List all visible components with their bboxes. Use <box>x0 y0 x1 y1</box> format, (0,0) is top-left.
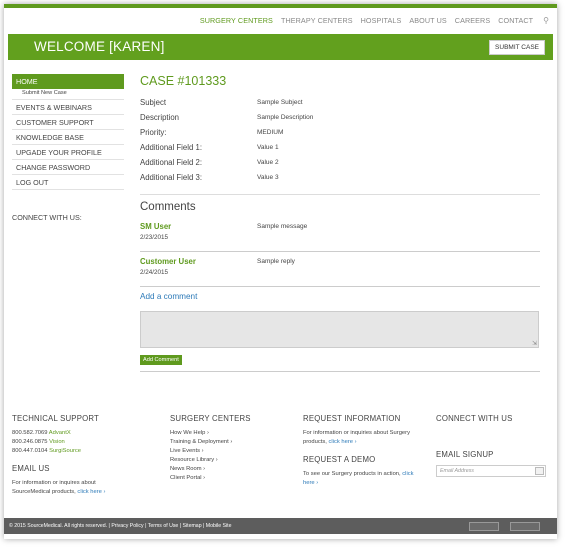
field-label: Priority: <box>140 128 167 137</box>
email-placeholder: Email Address <box>440 468 474 474</box>
comment-author: SM User <box>140 222 172 231</box>
request-info-text-block: For information or inquiries about Surge… <box>303 429 411 447</box>
nav-hospitals[interactable]: HOSPITALS <box>361 16 402 25</box>
comment-item: Customer User 2/24/2015 Sample reply <box>140 257 540 287</box>
field-row: Description Sample Description <box>140 110 540 125</box>
comment-author: Customer User <box>140 257 196 266</box>
welcome-banner: WELCOME [KAREN] SUBMIT CASE <box>8 34 553 60</box>
field-value: MEDIUM <box>257 129 284 136</box>
email-us-link[interactable]: click here › <box>77 489 105 495</box>
sidebar-item-knowledge-base[interactable]: KNOWLEDGE BASE <box>12 130 124 145</box>
footer-heading: CONNECT WITH US <box>436 414 513 423</box>
divider <box>140 194 540 195</box>
request-demo-text: To see our Surgery products in action, <box>303 471 401 477</box>
comment-item: SM User 2/23/2015 Sample message <box>140 222 540 252</box>
support-phone: 800.582.7069 <box>12 430 48 436</box>
support-line: 800.447.0104 SurgiSource <box>12 447 130 456</box>
comment-textarea[interactable]: ⇲ <box>140 311 539 348</box>
field-label: Additional Field 1: <box>140 143 202 152</box>
nav-contact[interactable]: CONTACT <box>498 16 533 25</box>
sidebar-item-upgrade-profile[interactable]: UPGADE YOUR PROFILE <box>12 145 124 160</box>
field-row: Additional Field 2: Value 2 <box>140 155 540 170</box>
field-label: Subject <box>140 98 167 107</box>
footer-link[interactable]: News Room › <box>170 465 251 474</box>
support-line: 800.246.0875 Vision <box>12 438 130 447</box>
field-row: Additional Field 1: Value 1 <box>140 140 540 155</box>
field-label: Additional Field 3: <box>140 173 202 182</box>
social-icon[interactable] <box>469 522 499 531</box>
page: SURGERY CENTERS THERAPY CENTERS HOSPITAL… <box>4 4 557 539</box>
sidebar-item-customer-support[interactable]: CUSTOMER SUPPORT <box>12 115 124 130</box>
footer-link-how-we-help[interactable]: How We Help › <box>170 429 251 438</box>
footer-heading: TECHNICAL SUPPORT <box>12 414 100 423</box>
footer-heading: EMAIL SIGNUP <box>436 450 494 459</box>
request-demo-text-block: To see our Surgery products in action, c… <box>303 470 421 488</box>
sidebar: HOME Submit New Case EVENTS & WEBINARS C… <box>12 74 124 190</box>
email-submit-icon[interactable] <box>535 467 544 475</box>
case-title: CASE #101333 <box>140 74 227 88</box>
field-value: Value 2 <box>257 159 279 166</box>
social-icon[interactable] <box>510 522 540 531</box>
field-row: Priority: MEDIUM <box>140 125 540 140</box>
sidebar-item-events[interactable]: EVENTS & WEBINARS <box>12 100 124 115</box>
comment-message: Sample message <box>257 223 308 230</box>
footer-heading: SURGERY CENTERS <box>170 414 251 423</box>
add-comment-button[interactable]: Add Comment <box>140 355 182 365</box>
footer-link[interactable]: Client Portal › <box>170 474 251 483</box>
field-row: Additional Field 3: Value 3 <box>140 170 540 185</box>
footer-heading: EMAIL US <box>12 464 50 473</box>
support-brand-link[interactable]: AdvantX <box>49 430 71 436</box>
footer-email-text: For information or inquires about Source… <box>12 479 130 497</box>
top-stripe <box>4 4 557 8</box>
sidebar-item-log-out[interactable]: LOG OUT <box>12 175 124 190</box>
footer-request: REQUEST INFORMATION For information or i… <box>303 414 421 488</box>
footer-heading: REQUEST A DEMO <box>303 455 376 464</box>
field-label: Description <box>140 113 179 122</box>
comment-date: 2/23/2015 <box>140 234 169 241</box>
comment-date: 2/24/2015 <box>140 269 169 276</box>
resize-grip-icon[interactable]: ⇲ <box>532 340 537 347</box>
comment-message: Sample reply <box>257 258 295 265</box>
footer-connect: CONNECT WITH US EMAIL SIGNUP Email Addre… <box>436 414 546 477</box>
sidebar-connect-label: CONNECT WITH US: <box>12 213 82 222</box>
footer-link[interactable]: Resource Library › <box>170 456 251 465</box>
field-value: Sample Subject <box>257 99 303 106</box>
footer-link[interactable]: Training & Deployment › <box>170 438 251 447</box>
nav-therapy-centers[interactable]: THERAPY CENTERS <box>281 16 353 25</box>
support-brand-link[interactable]: Vision <box>49 439 65 445</box>
add-comment-link[interactable]: Add a comment <box>140 292 540 301</box>
nav-careers[interactable]: CAREERS <box>455 16 490 25</box>
search-icon[interactable]: ⚲ <box>543 16 549 25</box>
sidebar-item-change-password[interactable]: CHANGE PASSWORD <box>12 160 124 175</box>
top-nav: SURGERY CENTERS THERAPY CENTERS HOSPITAL… <box>192 16 549 25</box>
field-value: Value 1 <box>257 144 279 151</box>
copyright-text: © 2015 SourceMedical. All rights reserve… <box>9 523 232 529</box>
divider <box>140 371 540 372</box>
support-phone: 800.447.0104 <box>12 448 48 454</box>
footer-tech-support: TECHNICAL SUPPORT 800.582.7069 AdvantX 8… <box>12 414 130 497</box>
request-info-link[interactable]: click here › <box>328 439 356 445</box>
email-signup-input[interactable]: Email Address <box>436 465 546 477</box>
case-detail: CASE #101333 Subject Sample Subject Desc… <box>140 74 540 372</box>
welcome-title: WELCOME [KAREN] <box>34 39 165 54</box>
field-label: Additional Field 2: <box>140 158 202 167</box>
field-value: Value 3 <box>257 174 279 181</box>
support-phone: 800.246.0875 <box>12 439 48 445</box>
footer-link[interactable]: Live Events › <box>170 447 251 456</box>
submit-case-button[interactable]: SUBMIT CASE <box>489 40 545 55</box>
field-value: Sample Description <box>257 114 314 121</box>
sidebar-item-submit-new-case[interactable]: Submit New Case <box>12 89 124 100</box>
comments-heading: Comments <box>140 201 196 213</box>
footer-surgery-centers: SURGERY CENTERS How We Help › Training &… <box>170 414 251 483</box>
nav-about-us[interactable]: ABOUT US <box>409 16 446 25</box>
nav-surgery-centers[interactable]: SURGERY CENTERS <box>200 16 273 25</box>
field-row: Subject Sample Subject <box>140 95 540 110</box>
footer-bar: © 2015 SourceMedical. All rights reserve… <box>4 518 557 534</box>
support-line: 800.582.7069 AdvantX <box>12 429 130 438</box>
footer-heading: REQUEST INFORMATION <box>303 414 401 423</box>
sidebar-item-home[interactable]: HOME <box>12 74 124 89</box>
support-brand-link[interactable]: SurgiSource <box>49 448 81 454</box>
